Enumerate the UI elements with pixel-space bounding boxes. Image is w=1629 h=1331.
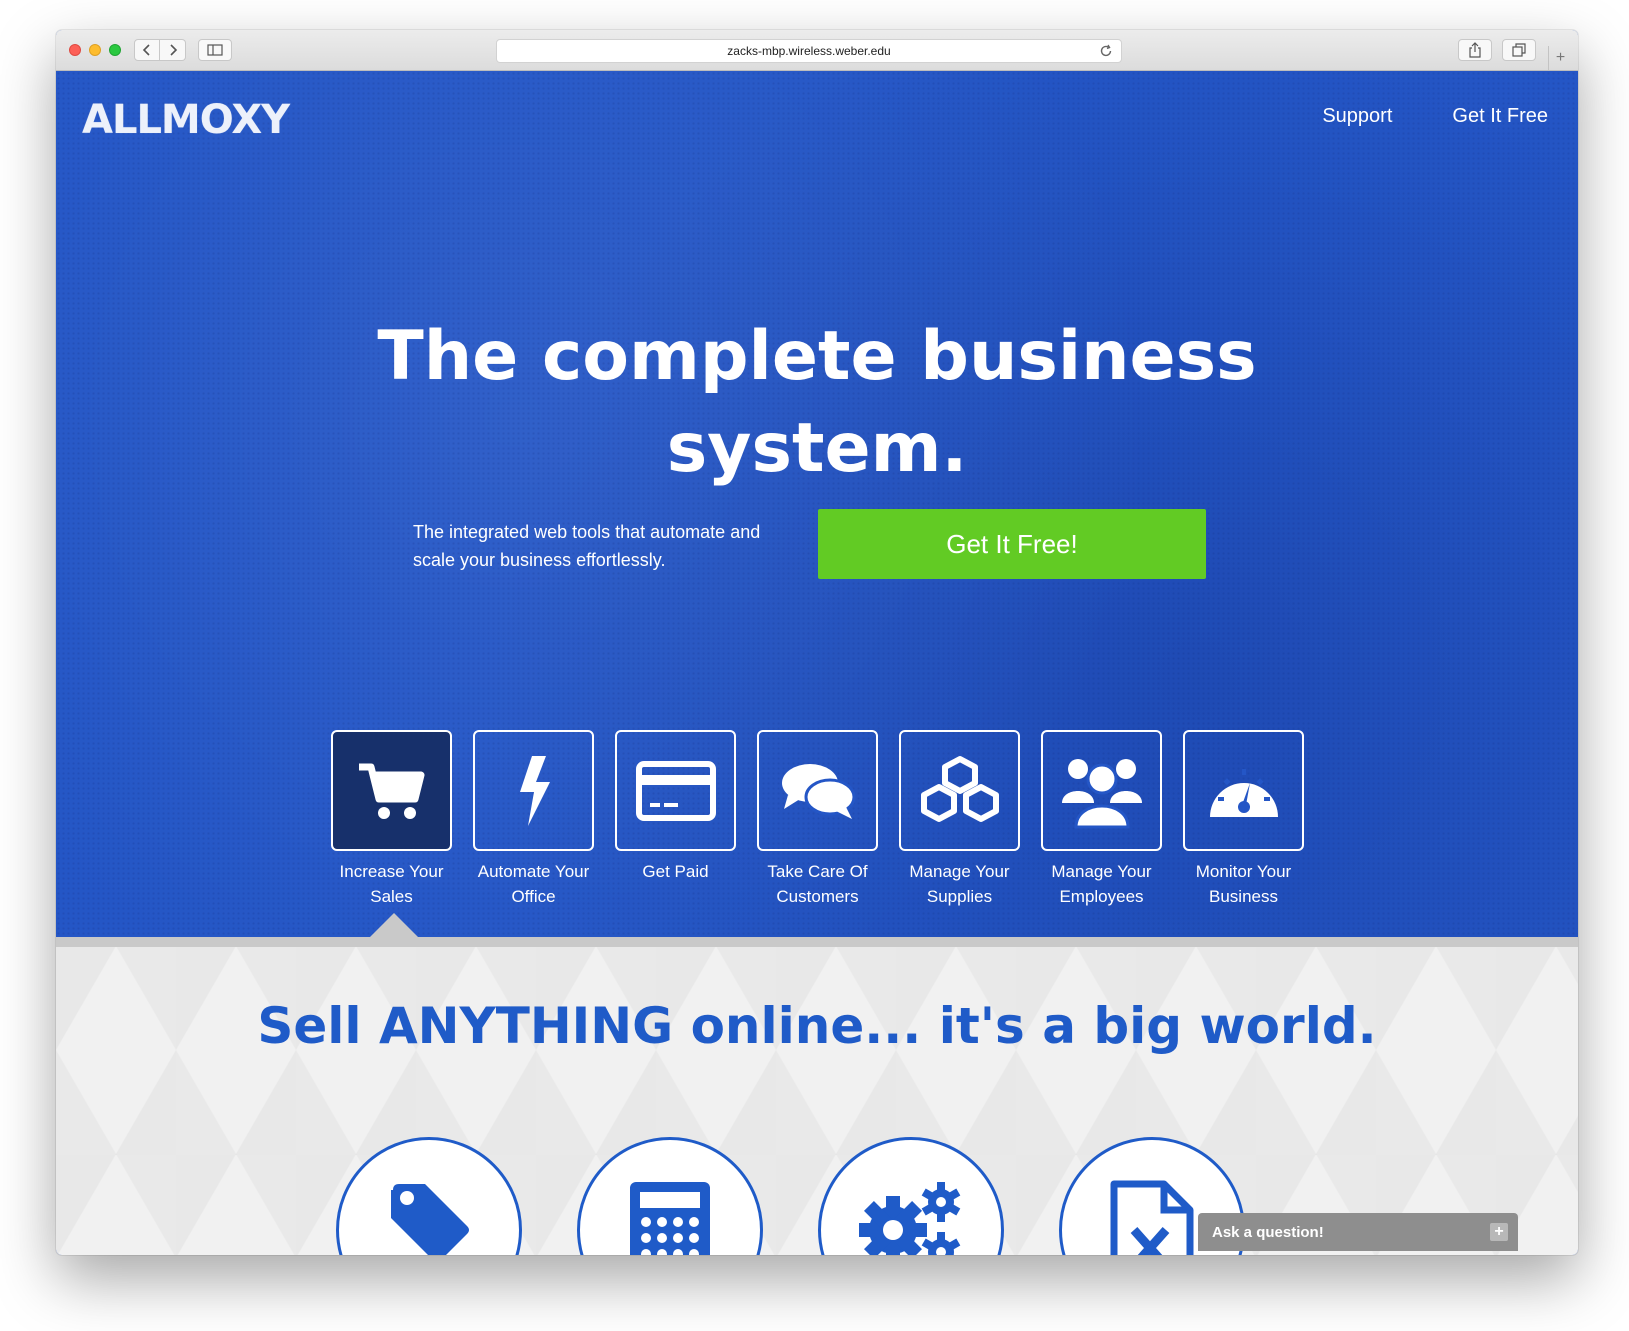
forward-button[interactable]: [160, 39, 186, 61]
excel-file-icon: [1110, 1180, 1194, 1255]
feature-label: Manage Your Employees: [1051, 862, 1152, 906]
headline-line-2: system.: [666, 409, 968, 488]
sidebar-toggle-button[interactable]: [198, 39, 232, 61]
reload-icon[interactable]: [1099, 44, 1113, 58]
feature-tab-sales[interactable]: Increase Your Sales: [331, 730, 452, 909]
get-it-free-button[interactable]: Get It Free!: [818, 509, 1206, 579]
tag-icon: [391, 1184, 469, 1255]
feature-label: Take Care Of Customers: [767, 862, 868, 906]
cart-icon: [358, 763, 424, 819]
url-text: zacks-mbp.wireless.weber.edu: [727, 44, 891, 58]
history-nav: [134, 39, 186, 61]
zoom-window-button[interactable]: [109, 44, 121, 56]
share-button[interactable]: [1458, 39, 1492, 61]
sell-section: Sell ANYTHING online... it's a big world…: [56, 947, 1578, 1255]
browser-window: zacks-mbp.wireless.weber.edu + ALLMOXY S…: [56, 30, 1578, 1255]
hero-subline: The integrated web tools that automate a…: [413, 522, 761, 570]
gears-icon: [859, 1182, 961, 1255]
show-tabs-button[interactable]: [1502, 39, 1536, 61]
chevron-right-icon: [169, 44, 177, 56]
feature-tile[interactable]: [331, 730, 452, 851]
plus-icon: +: [1555, 49, 1566, 66]
feature-label: Increase Your Sales: [339, 862, 444, 906]
new-tab-button[interactable]: +: [1548, 46, 1572, 70]
feature-label: Automate Your Office: [477, 862, 590, 906]
feature-tile[interactable]: [615, 730, 736, 851]
feature-tab-supplies[interactable]: Manage Your Supplies: [899, 730, 1020, 909]
sidebar-icon: [207, 44, 223, 56]
top-nav: Support Get It Free: [1322, 105, 1548, 128]
boxes-icon: [920, 755, 999, 822]
feature-tab-get-paid[interactable]: Get Paid: [615, 730, 736, 909]
hero-section: ALLMOXY Support Get It Free The complete…: [56, 71, 1578, 937]
dashboard-icon: [1209, 768, 1278, 817]
feature-tab-employees[interactable]: Manage Your Employees: [1041, 730, 1162, 909]
headline-line-1: The complete business: [377, 317, 1257, 396]
chat-expand-icon[interactable]: +: [1490, 1223, 1508, 1241]
feature-tab-office[interactable]: Automate Your Office: [473, 730, 594, 909]
logo-wordmark: ALLMOXY: [82, 97, 290, 143]
nav-support-link[interactable]: Support: [1322, 105, 1392, 128]
feature-tile[interactable]: [899, 730, 1020, 851]
calculator-icon: [630, 1182, 710, 1255]
hero-headline: The complete business system.: [56, 311, 1578, 495]
users-icon: [1061, 758, 1142, 828]
feature-tabs: Increase Your Sales Automate Your Office: [331, 730, 1304, 909]
back-button[interactable]: [134, 39, 160, 61]
credit-card-icon: [635, 760, 716, 821]
feature-tile[interactable]: [1041, 730, 1162, 851]
feature-circle-calculator: [577, 1137, 763, 1255]
chat-bubbles-icon: [781, 763, 855, 819]
feature-circle-settings: [818, 1137, 1004, 1255]
tabs-icon: [1512, 43, 1526, 57]
nav-get-it-free-link[interactable]: Get It Free: [1452, 105, 1548, 128]
address-bar[interactable]: zacks-mbp.wireless.weber.edu: [496, 39, 1122, 63]
feature-tile[interactable]: [1183, 730, 1304, 851]
feature-label: Get Paid: [642, 862, 709, 881]
chevron-left-icon: [142, 44, 150, 56]
feature-label: Monitor Your Business: [1195, 862, 1292, 906]
feature-label: Manage Your Supplies: [909, 862, 1010, 906]
logo[interactable]: ALLMOXY: [82, 95, 352, 145]
share-icon: [1469, 42, 1481, 58]
chat-label: Ask a question!: [1212, 1223, 1324, 1241]
close-window-button[interactable]: [69, 44, 81, 56]
feature-tab-monitor[interactable]: Monitor Your Business: [1183, 730, 1304, 909]
feature-divider: [56, 937, 1578, 947]
bolt-icon: [519, 755, 550, 826]
feature-tile[interactable]: [757, 730, 878, 851]
feature-tile[interactable]: [473, 730, 594, 851]
section-title: Sell ANYTHING online... it's a big world…: [257, 997, 1377, 1055]
feature-tab-customers[interactable]: Take Care Of Customers: [757, 730, 878, 909]
browser-toolbar: zacks-mbp.wireless.weber.edu +: [56, 30, 1578, 71]
minimize-window-button[interactable]: [89, 44, 101, 56]
feature-circle-pricing: [336, 1137, 522, 1255]
active-tab-pointer: [368, 913, 420, 939]
ask-question-widget[interactable]: Ask a question! +: [1198, 1213, 1518, 1251]
